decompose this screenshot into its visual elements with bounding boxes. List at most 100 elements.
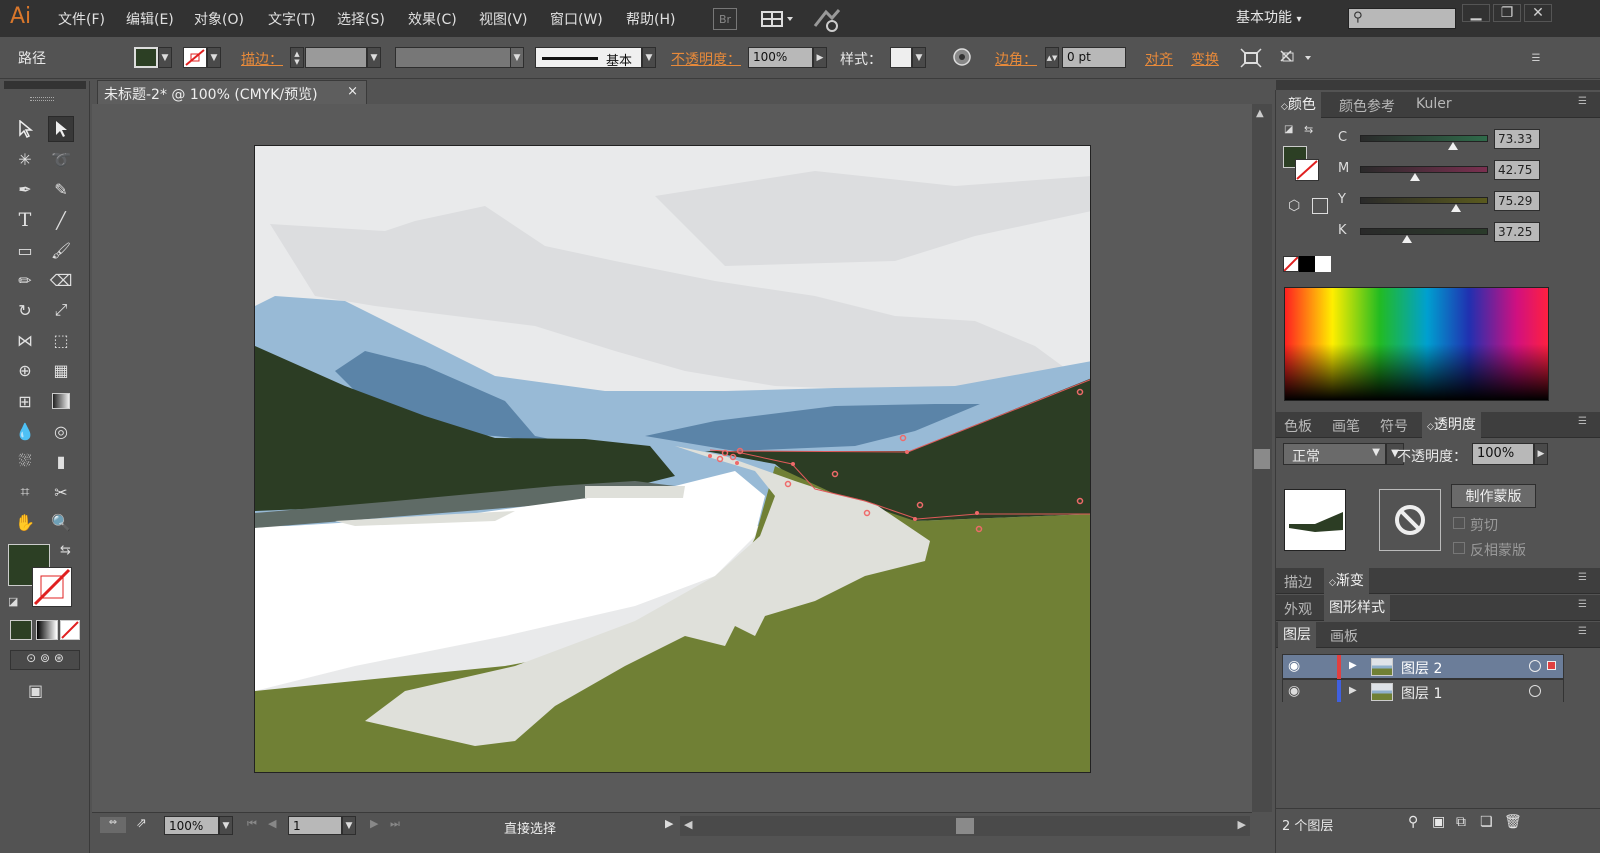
align-link[interactable]: 对齐 [1145,49,1173,69]
channel-value-field[interactable]: 75.29 [1494,191,1540,211]
out-of-gamut-icon[interactable]: ⬡ [1288,198,1300,214]
make-mask-button[interactable]: 制作蒙版 [1451,484,1536,508]
hand-tool-icon[interactable]: ✋ [12,509,38,535]
pen-tool-icon[interactable]: ✒ [12,176,38,202]
artboard-tool-icon[interactable]: ⌗ [12,479,38,505]
h-scroll-thumb[interactable] [956,818,974,834]
expand-layer-icon[interactable]: ▶ [1349,660,1357,671]
channel-slider-thumb[interactable] [1402,235,1413,243]
channel-slider[interactable] [1360,166,1488,173]
channel-slider[interactable] [1360,197,1488,204]
menu-edit[interactable]: 编辑(E) [126,9,174,29]
new-layer-icon[interactable]: ❏ [1480,814,1493,830]
stroke-weight-field[interactable] [305,47,367,68]
transparency-opacity-arrow-icon[interactable]: ▶ [1534,443,1548,465]
artboard-nav-icon[interactable]: ⇔ [100,817,126,833]
rotate-tool-icon[interactable]: ↻ [12,297,38,323]
layer-name[interactable]: 图层 2 [1401,658,1442,678]
line-tool-icon[interactable]: ╱ [48,207,74,233]
brush-dropdown-icon[interactable]: ▼ [642,47,656,68]
corner-stepper[interactable]: ▲▼ [1045,47,1059,68]
scroll-left-icon[interactable]: ◀ [684,818,692,831]
make-clipping-mask-icon[interactable]: ▣ [1432,814,1445,830]
none-mode-icon[interactable] [60,620,80,640]
scroll-thumb[interactable] [1254,449,1270,469]
artboard[interactable] [254,145,1091,773]
slice-tool-icon[interactable]: ✂ [48,479,74,505]
selection-tool-icon[interactable] [12,116,38,142]
transparency-menu-icon[interactable]: ☰ [1578,416,1587,427]
blend-mode-select[interactable]: 正常 ▼ [1283,443,1386,465]
edit-mask-icon[interactable] [1278,47,1318,69]
curvature-tool-icon[interactable]: ✎ [48,176,74,202]
zoom-dropdown-icon[interactable]: ▼ [219,816,233,835]
fill-dropdown-icon[interactable]: ▼ [158,47,172,68]
drawing-modes-icon[interactable]: ⊙ ⊚ ⊛ [10,650,80,670]
layer-name[interactable]: 图层 1 [1401,683,1442,703]
default-fill-stroke-icon[interactable]: ◪ [1284,124,1293,135]
type-tool-icon[interactable]: T [12,207,38,233]
tab-transparency[interactable]: ◇透明度 [1422,412,1481,438]
channel-slider-thumb[interactable] [1448,142,1459,150]
black-swatch[interactable] [1299,256,1315,272]
rectangle-tool-icon[interactable]: ▭ [12,237,38,263]
transparency-opacity-field[interactable]: 100% [1472,443,1534,465]
stroke-weight-stepper[interactable]: ▲ ▼ [290,47,304,68]
prev-page-icon[interactable]: ◀ [268,817,276,830]
paintbrush-tool-icon[interactable]: 🖌 [48,237,74,263]
search-input[interactable]: ⚲ [1348,8,1456,29]
object-thumbnail[interactable] [1284,489,1346,551]
menu-select[interactable]: 选择(S) [337,9,385,29]
arrange-documents-icon[interactable] [760,8,796,30]
layer-row-2[interactable]: ◉ ▶ 图层 2 [1282,654,1564,679]
tab-symbols[interactable]: 符号 [1380,416,1408,436]
first-page-icon[interactable]: ⏮ [247,817,257,831]
scale-tool-icon[interactable]: ⤢ [48,297,74,323]
menu-window[interactable]: 窗口(W) [550,9,603,29]
eyedropper-tool-icon[interactable]: 💧 [12,418,38,444]
workspace-switcher[interactable]: 基本功能 ▾ [1236,7,1301,27]
control-menu-icon[interactable]: ☰ [1526,51,1546,65]
perspective-grid-tool-icon[interactable]: ▦ [48,357,74,383]
close-window-button[interactable]: ✕ [1524,4,1552,22]
eraser-tool-icon[interactable]: ⌫ [48,267,74,293]
tool-panel-header[interactable] [4,81,86,89]
magic-wand-tool-icon[interactable]: ✳ [12,146,38,172]
menu-object[interactable]: 对象(O) [194,9,244,29]
tab-color[interactable]: ◇颜色 [1276,92,1321,118]
selected-art-indicator[interactable] [1547,661,1556,670]
minimize-button[interactable]: ▁ [1462,4,1490,22]
document-tab[interactable]: 未标题-2* @ 100% (CMYK/预览) × [97,80,367,104]
color-panel-menu-icon[interactable]: ☰ [1578,96,1587,107]
symbol-sprayer-tool-icon[interactable]: ⛆ [12,448,38,474]
channel-slider-thumb[interactable] [1410,173,1421,181]
channel-slider[interactable] [1360,135,1488,142]
channel-value-field[interactable]: 42.75 [1494,160,1540,180]
swap-fill-stroke-icon[interactable]: ⇆ [1304,123,1313,136]
white-swatch[interactable] [1315,256,1331,272]
color-spectrum[interactable] [1284,287,1549,401]
target-icon[interactable] [1529,685,1541,697]
dock-header[interactable] [1276,80,1600,90]
tab-graphic-styles[interactable]: 图形样式 [1324,595,1390,621]
vertical-scrollbar[interactable]: ▲ [1252,104,1272,812]
pencil-tool-icon[interactable]: ✏ [12,267,38,293]
tab-brushes[interactable]: 画笔 [1332,416,1360,436]
last-page-icon[interactable]: ⏭ [390,817,400,831]
panel-stroke-swatch[interactable] [1295,159,1319,181]
gradient-tool-icon[interactable] [48,388,74,414]
tab-swatches[interactable]: 色板 [1284,416,1312,436]
column-graph-tool-icon[interactable]: ▮ [48,448,74,474]
variable-width-profile[interactable] [395,47,511,68]
bridge-button[interactable]: Br [713,8,737,30]
fill-swatch[interactable] [134,47,158,68]
stroke-color-box[interactable] [32,567,72,607]
close-tab-icon[interactable]: × [347,84,358,99]
page-field[interactable]: 1 [288,816,342,835]
menu-file[interactable]: 文件(F) [58,9,105,29]
brush-definition[interactable]: 基本 [535,47,642,69]
recolor-artwork-icon[interactable] [952,47,972,67]
expand-layer-icon[interactable]: ▶ [1349,685,1357,696]
eye-icon[interactable]: ◉ [1288,683,1300,699]
tab-layers[interactable]: 图层 [1278,622,1316,648]
